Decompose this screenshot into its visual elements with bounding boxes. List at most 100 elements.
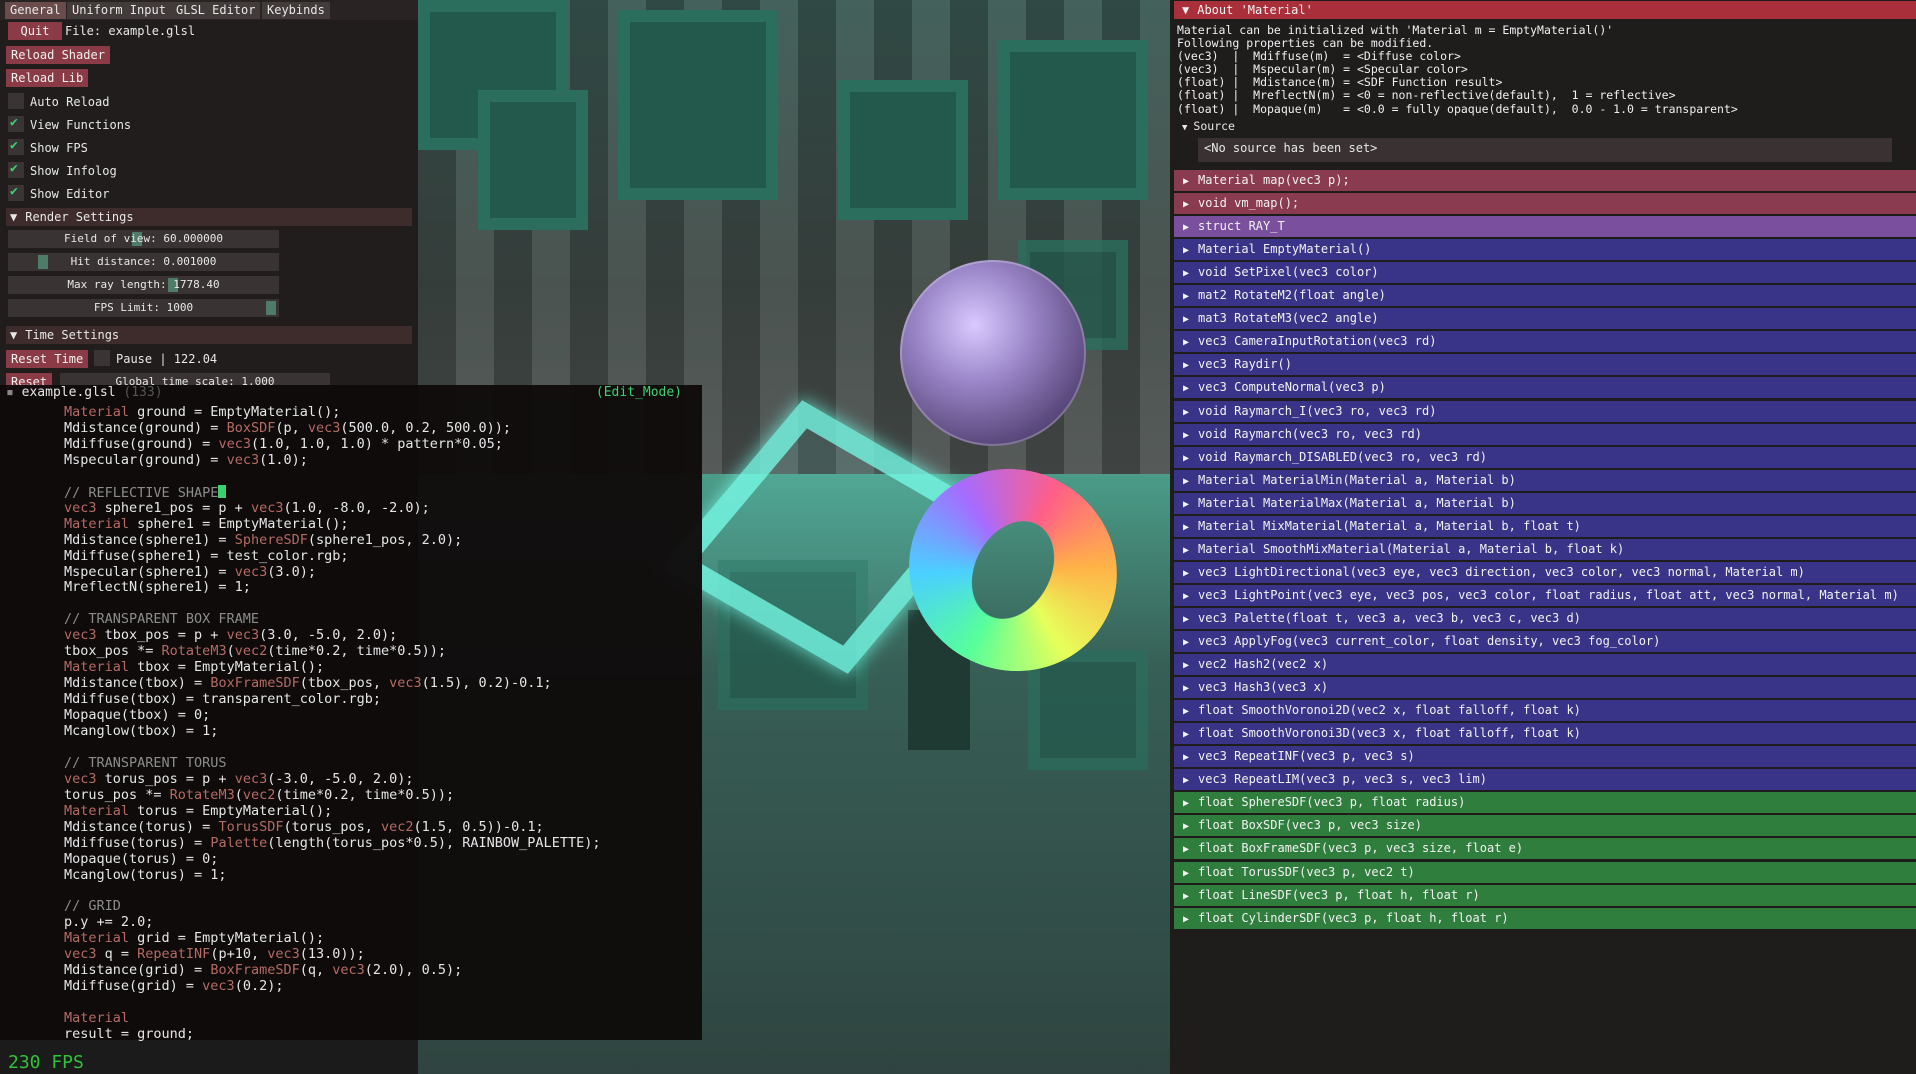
tab-glsl-editor[interactable]: GLSL Editor: [171, 2, 261, 19]
function-item[interactable]: ▶ void Raymarch_DISABLED(vec3 ro, vec3 rd…: [1174, 446, 1916, 468]
function-item[interactable]: ▶ float TorusSDF(vec3 p, vec2 t): [1174, 861, 1916, 883]
code-line[interactable]: Mspecular(ground) = vec3(1.0);: [64, 452, 308, 469]
code-line[interactable]: Material torus = EmptyMaterial();: [64, 803, 332, 820]
slider-field-of-view[interactable]: Field of view: 60.000000: [8, 230, 279, 248]
function-item[interactable]: ▶ vec3 RepeatLIM(vec3 p, vec3 s, vec3 lim…: [1174, 769, 1916, 791]
function-item[interactable]: ▶ vec2 Hash2(vec2 x): [1174, 654, 1916, 676]
code-line[interactable]: Mdiffuse(sphere1) = test_color.rgb;: [64, 548, 348, 565]
code-line[interactable]: Mdistance(ground) = BoxSDF(p, vec3(500.0…: [64, 420, 511, 437]
function-item[interactable]: ▶ vec3 CameraInputRotation(vec3 rd): [1174, 331, 1916, 353]
tab-general[interactable]: General: [5, 2, 66, 19]
code-line[interactable]: // TRANSPARENT BOX FRAME: [64, 611, 259, 628]
code-line[interactable]: Material: [64, 1010, 129, 1027]
code-line[interactable]: Material grid = EmptyMaterial();: [64, 930, 324, 947]
time-settings-header[interactable]: ▼ Time Settings: [6, 326, 412, 344]
function-item[interactable]: ▶ float SmoothVoronoi2D(vec2 x, float fal…: [1174, 700, 1916, 722]
code-line[interactable]: Mdiffuse(ground) = vec3(1.0, 1.0, 1.0) *…: [64, 436, 503, 453]
checkbox-auto-reload[interactable]: [8, 93, 24, 109]
code-line[interactable]: tbox_pos *= RotateM3(vec2(time*0.2, time…: [64, 643, 446, 660]
reload-lib-button[interactable]: Reload Lib: [6, 69, 89, 87]
slider-max-ray-length[interactable]: Max ray length: 1778.40: [8, 276, 279, 294]
source-toggle[interactable]: ▼ Source: [1182, 119, 1235, 133]
function-item[interactable]: ▶ vec3 RepeatINF(vec3 p, vec3 s): [1174, 746, 1916, 768]
checkbox-show-editor[interactable]: [8, 184, 24, 201]
function-item[interactable]: ▶ Material MixMaterial(Material a, Materi…: [1174, 515, 1916, 537]
code-line[interactable]: Mdiffuse(grid) = vec3(0.2);: [64, 978, 283, 995]
slider-grab-handle[interactable]: [38, 255, 48, 269]
function-item[interactable]: ▶ float BoxSDF(vec3 p, vec3 size): [1174, 815, 1916, 837]
code-line[interactable]: result = ground;: [64, 1026, 194, 1043]
about-material-header[interactable]: ▼ About 'Material': [1174, 1, 1916, 19]
pause-checkbox[interactable]: [94, 350, 110, 366]
function-item[interactable]: ▶ void Raymarch(vec3 ro, vec3 rd): [1174, 423, 1916, 445]
code-token: (length(torus_pos*0.5), RAINBOW_PALETTE)…: [267, 834, 601, 851]
code-line[interactable]: // REFLECTIVE SHAPE: [64, 484, 227, 501]
function-label: vec3 ComputeNormal(vec3 p): [1198, 380, 1386, 395]
function-item[interactable]: ▶ mat2 RotateM2(float angle): [1174, 285, 1916, 307]
function-item[interactable]: ▶ Material MaterialMin(Material a, Materi…: [1174, 469, 1916, 491]
code-line[interactable]: Mcanglow(torus) = 1;: [64, 867, 227, 884]
function-item[interactable]: ▶ vec3 LightDirectional(vec3 eye, vec3 di…: [1174, 561, 1916, 583]
code-line[interactable]: vec3 q = RepeatINF(p+10, vec3(13.0));: [64, 946, 365, 963]
reload-shader-button[interactable]: Reload Shader: [6, 46, 110, 64]
code-line[interactable]: Mdistance(grid) = BoxFrameSDF(q, vec3(2.…: [64, 962, 462, 979]
code-editor[interactable]: ▪ example.glsl (133) (Edit_Mode) Materia…: [0, 385, 702, 1043]
function-item[interactable]: ▶ vec3 LightPoint(vec3 eye, vec3 pos, vec…: [1174, 584, 1916, 606]
function-item[interactable]: ▶ vec3 Hash3(vec3 x): [1174, 677, 1916, 699]
code-line[interactable]: Mspecular(sphere1) = vec3(3.0);: [64, 564, 316, 581]
function-item[interactable]: ▶ float SmoothVoronoi3D(vec3 x, float fal…: [1174, 723, 1916, 745]
reset-time-button[interactable]: Reset Time: [6, 350, 89, 368]
checkbox-view-functions[interactable]: [8, 115, 24, 132]
code-line[interactable]: Mdistance(tbox) = BoxFrameSDF(tbox_pos, …: [64, 675, 552, 692]
code-line[interactable]: Mopaque(tbox) = 0;: [64, 707, 210, 724]
code-line[interactable]: vec3 torus_pos = p + vec3(-3.0, -5.0, 2.…: [64, 771, 414, 788]
function-item[interactable]: ▶ struct RAY_T: [1174, 216, 1916, 238]
code-line[interactable]: p.y += 2.0;: [64, 914, 153, 931]
code-line[interactable]: Mcanglow(tbox) = 1;: [64, 723, 218, 740]
function-item[interactable]: ▶ Material EmptyMaterial(): [1174, 239, 1916, 261]
code-line[interactable]: Mdistance(torus) = TorusSDF(torus_pos, v…: [64, 819, 544, 836]
function-item[interactable]: ▶ void SetPixel(vec3 color): [1174, 262, 1916, 284]
function-item[interactable]: ▶ Material SmoothMixMaterial(Material a, …: [1174, 538, 1916, 560]
checkbox-show-fps[interactable]: [8, 138, 24, 155]
code-line[interactable]: MreflectN(sphere1) = 1;: [64, 579, 251, 596]
function-item[interactable]: ▶ Material MaterialMax(Material a, Materi…: [1174, 492, 1916, 514]
code-token: Mdistance(grid) =: [64, 962, 211, 979]
function-item[interactable]: ▶ float SphereSDF(vec3 p, float radius): [1174, 792, 1916, 814]
tab-keybinds[interactable]: Keybinds: [262, 2, 330, 19]
function-item[interactable]: ▶ float LineSDF(vec3 p, float h, float r): [1174, 884, 1916, 906]
render-settings-header[interactable]: ▼ Render Settings: [6, 208, 412, 226]
quit-button[interactable]: Quit: [8, 22, 62, 40]
slider-hit-distance[interactable]: Hit distance: 0.001000: [8, 253, 279, 271]
function-item[interactable]: ▶ Material map(vec3 p);: [1174, 170, 1916, 191]
function-item[interactable]: ▶ vec3 ComputeNormal(vec3 p): [1174, 377, 1916, 399]
code-line[interactable]: vec3 sphere1_pos = p + vec3(1.0, -8.0, -…: [64, 500, 430, 517]
editor-line-count: (133): [123, 385, 163, 400]
slider-fps-limit[interactable]: FPS Limit: 1000: [8, 299, 279, 317]
function-item[interactable]: ▶ float CylinderSDF(vec3 p, float h, floa…: [1174, 907, 1916, 929]
slider-grab-handle[interactable]: [266, 301, 276, 315]
function-item[interactable]: ▶ void Raymarch_I(vec3 ro, vec3 rd): [1174, 400, 1916, 422]
code-line[interactable]: vec3 tbox_pos = p + vec3(3.0, -5.0, 2.0)…: [64, 627, 397, 644]
function-item[interactable]: ▶ void vm_map();: [1174, 193, 1916, 215]
code-line[interactable]: // GRID: [64, 898, 121, 915]
function-item[interactable]: ▶ mat3 RotateM3(vec2 angle): [1174, 308, 1916, 330]
code-line[interactable]: Mopaque(torus) = 0;: [64, 851, 218, 868]
expand-arrow-icon: ▶: [1182, 475, 1190, 487]
code-line[interactable]: Material ground = EmptyMaterial();: [64, 404, 340, 421]
function-label: vec2 Hash2(vec2 x): [1198, 657, 1329, 672]
function-item[interactable]: ▶ float BoxFrameSDF(vec3 p, vec3 size, fl…: [1174, 838, 1916, 860]
code-line[interactable]: Mdiffuse(tbox) = transparent_color.rgb;: [64, 691, 381, 708]
checkbox-show-infolog[interactable]: [8, 161, 24, 178]
code-line[interactable]: Mdistance(sphere1) = SphereSDF(sphere1_p…: [64, 532, 462, 549]
function-item[interactable]: ▶ vec3 Raydir(): [1174, 354, 1916, 376]
function-item[interactable]: ▶ vec3 Palette(float t, vec3 a, vec3 b, v…: [1174, 607, 1916, 629]
tab-uniform-input[interactable]: Uniform Input: [67, 2, 171, 19]
code-line[interactable]: Material tbox = EmptyMaterial();: [64, 659, 324, 676]
code-line[interactable]: torus_pos *= RotateM3(vec2(time*0.2, tim…: [64, 787, 454, 804]
code-line[interactable]: Mdiffuse(torus) = Palette(length(torus_p…: [64, 834, 601, 852]
function-label: vec3 Hash3(vec3 x): [1198, 680, 1329, 695]
code-line[interactable]: // TRANSPARENT TORUS: [64, 755, 227, 772]
code-line[interactable]: Material sphere1 = EmptyMaterial();: [64, 516, 348, 533]
function-item[interactable]: ▶ vec3 ApplyFog(vec3 current_color, float…: [1174, 631, 1916, 652]
